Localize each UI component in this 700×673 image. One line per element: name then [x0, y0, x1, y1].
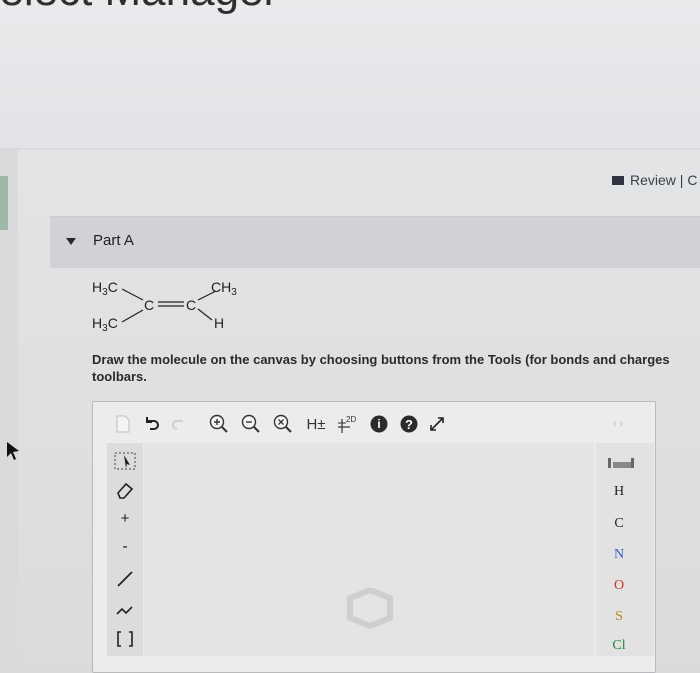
zoom-in-icon[interactable]	[206, 410, 232, 438]
canvas-watermark-icon	[347, 588, 393, 630]
top-header-band: Select Manager	[0, 0, 700, 148]
ch3-label: CH3	[211, 279, 237, 298]
review-label: Review | C	[630, 172, 698, 188]
element-cl-button[interactable]: Cl	[604, 638, 634, 654]
help-button[interactable]: ?	[396, 410, 422, 438]
c-left-label: C	[144, 297, 154, 313]
molecule-svg: H3C H3C CH3 H C C	[92, 279, 237, 334]
left-edge-tab[interactable]	[0, 176, 8, 230]
bracket-icon[interactable]	[110, 628, 140, 655]
negative-charge-button[interactable]: -	[110, 538, 140, 556]
element-s-button[interactable]: S	[604, 609, 634, 625]
element-o-button[interactable]: O	[604, 578, 634, 594]
hydrogen-toggle-button[interactable]: H±	[302, 410, 330, 438]
c-right-label: C	[186, 297, 196, 313]
scroll-arrows-icon[interactable]: ‹ ›	[608, 410, 628, 438]
part-label: Part A	[93, 232, 134, 249]
2d-clean-button[interactable]: 2D	[334, 410, 362, 438]
element-c-button[interactable]: C	[604, 516, 634, 532]
eraser-icon[interactable]	[110, 480, 140, 505]
help-label: ?	[405, 416, 413, 432]
h-label: H	[214, 315, 224, 331]
element-n-button[interactable]: N	[604, 547, 634, 563]
redo-icon[interactable]	[168, 410, 190, 438]
2d-label: 2D	[346, 415, 357, 424]
review-icon	[612, 175, 624, 185]
zoom-out-icon[interactable]	[238, 410, 264, 438]
positive-charge-button[interactable]: +	[110, 510, 140, 527]
drawing-canvas[interactable]	[144, 443, 594, 656]
mouse-cursor-icon	[7, 442, 19, 460]
bond-h3c-top	[121, 288, 144, 301]
select-lasso-icon[interactable]	[110, 450, 140, 477]
periodic-table-icon[interactable]	[607, 456, 635, 470]
undo-icon[interactable]	[140, 410, 164, 438]
new-document-icon[interactable]	[112, 410, 134, 438]
review-link[interactable]: Review | C	[612, 172, 697, 188]
element-h-button[interactable]: H	[604, 484, 634, 500]
info-button[interactable]: i	[366, 410, 392, 438]
info-label: i	[377, 417, 381, 431]
h3c-bottom-label: H3C	[92, 315, 118, 334]
bond-h3c-bottom	[121, 309, 144, 323]
top-toolbar: H± 2D i ? ‹ ›	[98, 410, 654, 442]
zoom-reset-icon[interactable]	[270, 410, 296, 438]
bond-h	[197, 308, 213, 321]
instructions-text: Draw the molecule on the canvas by choos…	[92, 352, 670, 384]
chain-icon[interactable]	[110, 598, 140, 625]
molecule-structure: H3C H3C CH3 H C C	[88, 276, 268, 345]
hydrogen-toggle-label: H±	[306, 415, 326, 433]
page-title-fragment: Select Manager	[0, 0, 278, 16]
part-header[interactable]	[50, 216, 700, 268]
expand-icon[interactable]	[424, 410, 450, 438]
single-bond-icon[interactable]	[110, 568, 140, 595]
collapse-caret-icon[interactable]	[66, 238, 76, 245]
bond-ch3	[197, 290, 217, 301]
h3c-top-label: H3C	[92, 279, 118, 298]
